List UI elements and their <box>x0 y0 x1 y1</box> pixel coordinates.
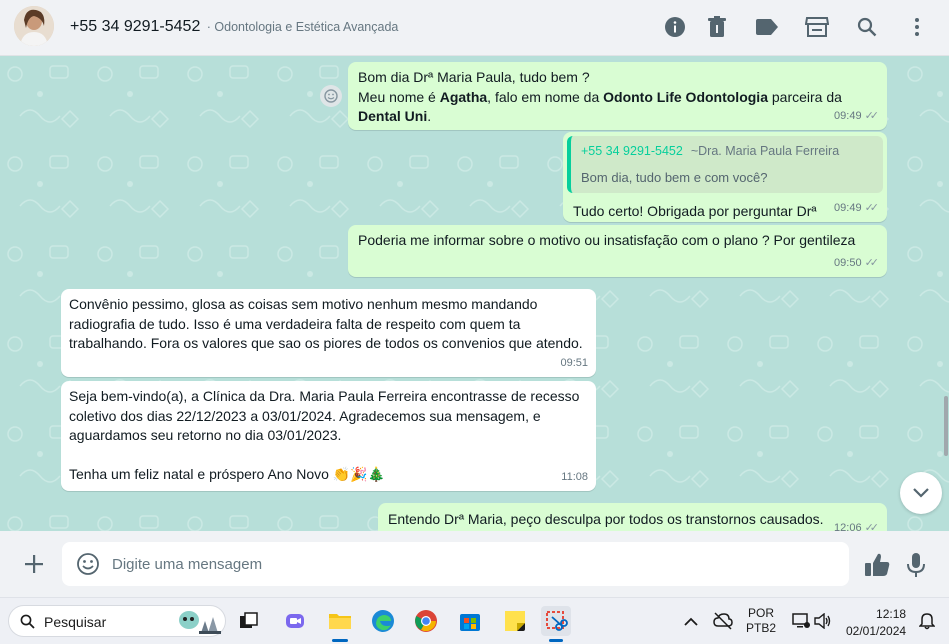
message-incoming[interactable]: Seja bem-vindo(a), a Clínica da Dra. Mar… <box>61 381 596 491</box>
message-outgoing[interactable]: Entendo Drª Maria, peço desculpa por tod… <box>378 503 887 531</box>
message-emojis: 👏🎉🎄 <box>332 466 386 482</box>
info-icon[interactable] <box>663 15 687 39</box>
trash-icon[interactable] <box>705 15 729 39</box>
microsoft-store-icon[interactable] <box>455 606 485 636</box>
message-text: Entendo Drª Maria, peço desculpa por tod… <box>388 511 824 527</box>
read-ticks-icon: ✓✓ <box>864 256 880 269</box>
chat-header: +55 34 9291-5452 · Odontologia e Estétic… <box>0 0 949 56</box>
store-icon[interactable] <box>805 15 829 39</box>
quote-alias: ~Dra. Maria Paula Ferreira <box>690 144 840 158</box>
taskbar-clock[interactable]: 12:18 02/01/2024 <box>846 606 906 640</box>
windows-taskbar: Pesquisar POR PTB2 12:18 02/01/2024 <box>0 597 949 644</box>
input-language-indicator[interactable]: POR PTB2 <box>746 606 776 636</box>
message-composer <box>0 531 949 597</box>
message-time: 12:06 ✓✓ <box>834 519 879 531</box>
message-time: 09:50 ✓✓ <box>834 254 879 274</box>
chevron-up-icon[interactable] <box>676 606 706 636</box>
avatar[interactable] <box>14 6 54 46</box>
chat-area[interactable]: Bom dia Drª Maria Paula, tudo bem ? Meu … <box>0 56 949 531</box>
quoted-message[interactable]: +55 34 9291-5452 ~Dra. Maria Paula Ferrei… <box>567 136 883 193</box>
contact-number: +55 34 9291-5452 <box>70 18 201 35</box>
quote-text: Bom dia, tudo bem e com você? <box>581 169 768 185</box>
snipping-tool-icon[interactable] <box>541 606 571 642</box>
search-icon <box>20 614 35 629</box>
task-view-icon[interactable] <box>234 606 264 636</box>
taskbar-search[interactable]: Pesquisar <box>8 605 226 637</box>
contact-title[interactable]: +55 34 9291-5452 · Odontologia e Estétic… <box>70 18 398 36</box>
quote-author: +55 34 9291-5452 <box>581 144 683 158</box>
volume-icon[interactable] <box>808 606 838 636</box>
scroll-down-button[interactable] <box>900 472 942 514</box>
cloud-offline-icon[interactable] <box>708 606 738 636</box>
message-time: 09:51 <box>560 356 588 369</box>
react-emoji-icon[interactable] <box>320 85 342 107</box>
notification-bell-icon[interactable] <box>912 606 942 636</box>
message-input[interactable] <box>112 542 832 586</box>
message-outgoing[interactable]: Bom dia Drª Maria Paula, tudo bem ? Meu … <box>348 62 887 130</box>
chevron-down-icon <box>913 488 929 498</box>
message-text: Seja bem-vindo(a), a Clínica da Dra. Mar… <box>69 388 580 482</box>
microphone-icon[interactable] <box>905 552 929 578</box>
search-highlight-icon <box>179 611 221 634</box>
message-text: Convênio pessimo, glosa as coisas sem mo… <box>69 296 583 351</box>
contact-subtitle: · Odontologia e Estética Avançada <box>206 20 399 34</box>
read-ticks-icon: ✓✓ <box>864 201 880 214</box>
message-time: 09:49 ✓✓ <box>834 107 879 127</box>
message-input-box[interactable] <box>62 542 849 586</box>
message-time: 11:08 <box>561 470 588 483</box>
teams-icon[interactable] <box>280 606 310 636</box>
message-time: 09:49 ✓✓ <box>834 199 879 219</box>
chrome-icon[interactable] <box>411 606 441 636</box>
read-ticks-icon: ✓✓ <box>864 522 880 531</box>
read-ticks-icon: ✓✓ <box>864 109 880 122</box>
chat-scrollbar[interactable] <box>944 396 948 456</box>
emoji-icon[interactable] <box>76 552 100 576</box>
sticky-notes-icon[interactable] <box>500 606 530 636</box>
search-icon[interactable] <box>855 15 879 39</box>
message-outgoing[interactable]: Poderia me informar sobre o motivo ou in… <box>348 225 887 277</box>
attach-plus-icon[interactable] <box>22 552 46 576</box>
message-text: Poderia me informar sobre o motivo ou in… <box>358 232 856 248</box>
edge-icon[interactable] <box>368 606 398 636</box>
file-explorer-icon[interactable] <box>325 606 355 642</box>
message-outgoing-reply[interactable]: +55 34 9291-5452 ~Dra. Maria Paula Ferrei… <box>563 132 887 222</box>
thumbs-up-icon[interactable] <box>863 552 891 578</box>
more-vertical-icon[interactable] <box>905 15 929 39</box>
label-icon[interactable] <box>755 15 779 39</box>
message-text: Bom dia Drª Maria Paula, tudo bem ? Meu … <box>358 69 842 124</box>
message-incoming[interactable]: Convênio pessimo, glosa as coisas sem mo… <box>61 289 596 377</box>
search-label: Pesquisar <box>44 614 107 630</box>
